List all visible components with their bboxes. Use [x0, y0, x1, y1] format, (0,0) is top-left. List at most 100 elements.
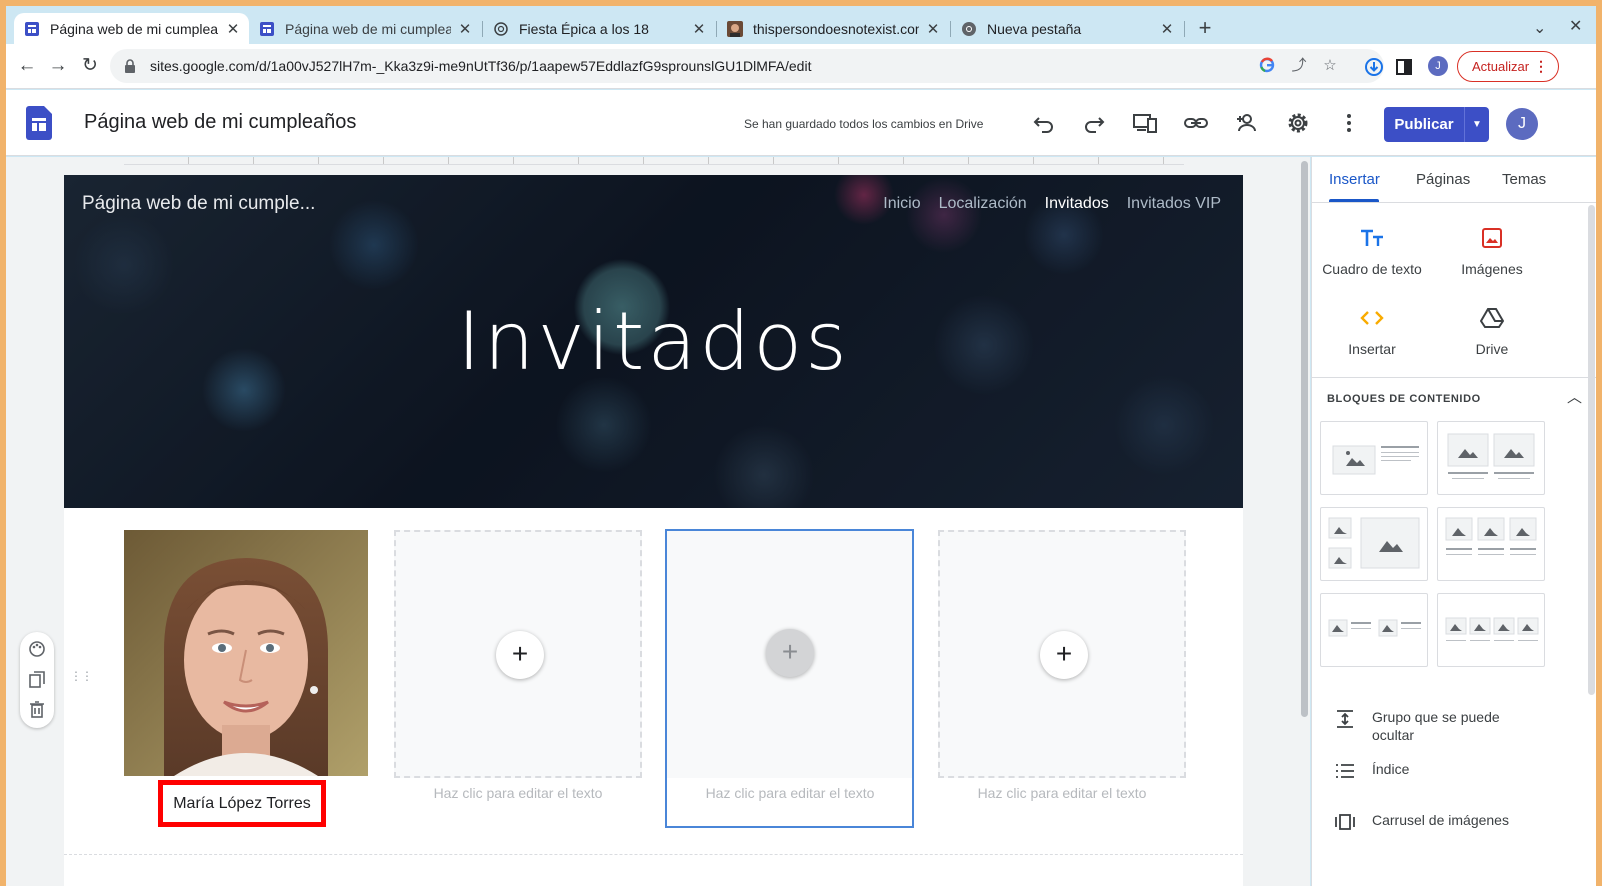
tab-paginas[interactable]: Páginas — [1416, 171, 1470, 188]
embed-code-icon — [1312, 305, 1432, 331]
tab-new-tab[interactable]: Nueva pestaña ✕ — [951, 13, 1183, 44]
collapse-chevron-icon[interactable]: ︿ — [1567, 386, 1582, 407]
layout-mixed-images[interactable] — [1320, 507, 1428, 581]
page-title[interactable]: Invitados — [64, 295, 1243, 388]
tab-strip: Página web de mi cumpleaños ✕ Página web… — [6, 6, 1596, 44]
nav-invitados-vip[interactable]: Invitados VIP — [1127, 195, 1221, 213]
drag-handle-icon[interactable]: ⋮⋮ — [70, 669, 93, 683]
panel-divider — [1312, 377, 1596, 378]
site-title[interactable]: Página web de mi cumple... — [82, 193, 315, 215]
caption-placeholder[interactable]: Haz clic para editar el texto — [394, 785, 642, 801]
insert-image-carousel[interactable]: Carrusel de imágenes — [1334, 811, 1542, 833]
more-vert-icon: ⋮ — [1534, 58, 1548, 74]
share-icon[interactable]: ⤴ — [1290, 57, 1308, 75]
more-vert-icon[interactable] — [1335, 109, 1363, 137]
forward-button[interactable]: → — [45, 53, 71, 79]
url-text: sites.google.com/d/1a00vJ527lH7m-_Kka3z9… — [150, 58, 812, 74]
chrome-icon — [961, 21, 977, 37]
lock-icon — [122, 58, 138, 74]
back-button[interactable]: ← — [14, 53, 40, 79]
duplicate-icon[interactable] — [28, 670, 46, 688]
layout-two-images[interactable] — [1437, 421, 1545, 495]
caption-placeholder[interactable]: Haz clic para editar el texto — [938, 785, 1186, 801]
google-sites-icon — [24, 21, 40, 37]
nav-invitados[interactable]: Invitados — [1045, 195, 1109, 213]
close-icon[interactable]: ✕ — [691, 20, 707, 38]
tab-search-chevron-icon[interactable]: ⌄ — [1533, 18, 1546, 38]
document-title[interactable]: Página web de mi cumpleaños — [84, 111, 356, 134]
google-sites-icon — [259, 21, 275, 37]
layout-image-text[interactable] — [1320, 421, 1428, 495]
new-tab-button[interactable]: + — [1192, 16, 1218, 42]
profile-avatar[interactable]: J — [1428, 56, 1448, 76]
google-icon[interactable] — [1258, 57, 1276, 75]
guest-photo[interactable] — [124, 530, 368, 776]
insert-text-box[interactable]: Cuadro de texto — [1312, 225, 1432, 277]
active-tab-indicator — [1329, 199, 1379, 202]
reload-button[interactable]: ↻ — [77, 53, 103, 79]
browser-toolbar: ← → ↻ sites.google.com/d/1a00vJ527lH7m-_… — [6, 44, 1596, 89]
tab-insertar[interactable]: Insertar — [1329, 171, 1380, 188]
google-sites-logo-icon[interactable] — [26, 106, 52, 140]
palette-icon[interactable] — [28, 640, 46, 658]
person-photo-icon — [727, 20, 743, 37]
layout-four-columns[interactable] — [1437, 593, 1545, 667]
canvas-scrollbar[interactable] — [1299, 157, 1310, 886]
tab-sites-1[interactable]: Página web de mi cumpleaños ✕ — [14, 13, 249, 44]
tab-temas[interactable]: Temas — [1502, 171, 1546, 188]
add-image-icon[interactable]: + — [496, 631, 544, 679]
text-box-icon — [1312, 225, 1432, 251]
panel-scrollbar[interactable] — [1588, 205, 1595, 695]
insert-panel: Insertar Páginas Temas Cuadro de texto I… — [1311, 157, 1596, 886]
tab-thisperson[interactable]: thispersondoesnotexist.com ✕ — [717, 13, 949, 44]
update-button[interactable]: Actualizar ⋮ — [1457, 51, 1559, 82]
settings-gear-icon[interactable] — [1284, 109, 1312, 137]
collapsible-group-icon — [1334, 708, 1356, 730]
nav-inicio[interactable]: Inicio — [883, 195, 920, 213]
panel-tabs: Insertar Páginas Temas — [1312, 157, 1596, 203]
publish-dropdown-icon[interactable]: ▼ — [1464, 107, 1489, 142]
insert-collapsible-group[interactable]: Grupo que se puede ocultar — [1334, 708, 1542, 744]
insert-drive[interactable]: Drive — [1432, 305, 1552, 357]
editor-canvas: Página web de mi cumple... Inicio Locali… — [6, 157, 1310, 886]
download-icon[interactable] — [1363, 56, 1385, 78]
sites-editor-header: Página web de mi cumpleaños Se han guard… — [6, 90, 1596, 156]
header-banner[interactable]: Página web de mi cumple... Inicio Locali… — [64, 175, 1243, 508]
image-icon — [1432, 225, 1552, 251]
preview-devices-icon[interactable] — [1131, 109, 1159, 137]
table-of-contents-icon — [1334, 760, 1356, 782]
close-icon[interactable]: ✕ — [457, 20, 473, 38]
add-person-icon[interactable] — [1233, 109, 1261, 137]
bookmark-star-icon[interactable]: ☆ — [1321, 57, 1339, 75]
publish-button[interactable]: Publicar ▼ — [1384, 107, 1489, 142]
close-icon[interactable]: ✕ — [1159, 20, 1175, 38]
window-close-icon[interactable]: ✕ — [1569, 16, 1582, 36]
guest-name-caption[interactable]: María López Torres — [158, 780, 326, 827]
content-blocks-heading: BLOQUES DE CONTENIDO — [1327, 393, 1481, 405]
add-image-icon[interactable]: + — [1040, 631, 1088, 679]
insert-table-of-contents[interactable]: Índice — [1334, 760, 1542, 782]
chatgpt-icon — [493, 21, 509, 37]
link-icon[interactable] — [1182, 109, 1210, 137]
side-panel-icon[interactable] — [1393, 56, 1415, 78]
delete-icon[interactable] — [28, 700, 46, 718]
site-page: Página web de mi cumple... Inicio Locali… — [64, 175, 1243, 886]
redo-icon[interactable] — [1080, 109, 1108, 137]
tab-sites-2[interactable]: Página web de mi cumpleaños ✕ — [249, 13, 481, 44]
insert-images[interactable]: Imágenes — [1432, 225, 1552, 277]
tab-chatgpt[interactable]: Fiesta Épica a los 18 ✕ — [483, 13, 715, 44]
insert-embed[interactable]: Insertar — [1312, 305, 1432, 357]
close-icon[interactable]: ✕ — [925, 20, 941, 38]
caption-placeholder[interactable]: Haz clic para editar el texto — [666, 785, 914, 801]
selection-outline — [665, 529, 914, 828]
image-placeholder[interactable]: + — [394, 530, 642, 778]
address-bar[interactable]: sites.google.com/d/1a00vJ527lH7m-_Kka3z9… — [110, 49, 1384, 83]
account-avatar[interactable]: J — [1506, 108, 1538, 140]
close-icon[interactable]: ✕ — [225, 20, 241, 38]
undo-icon[interactable] — [1030, 109, 1058, 137]
layout-three-columns[interactable] — [1437, 507, 1545, 581]
image-placeholder[interactable]: + — [938, 530, 1186, 778]
layout-images-with-text[interactable] — [1320, 593, 1428, 667]
ruler — [124, 157, 1184, 165]
nav-localizacion[interactable]: Localización — [939, 195, 1027, 213]
